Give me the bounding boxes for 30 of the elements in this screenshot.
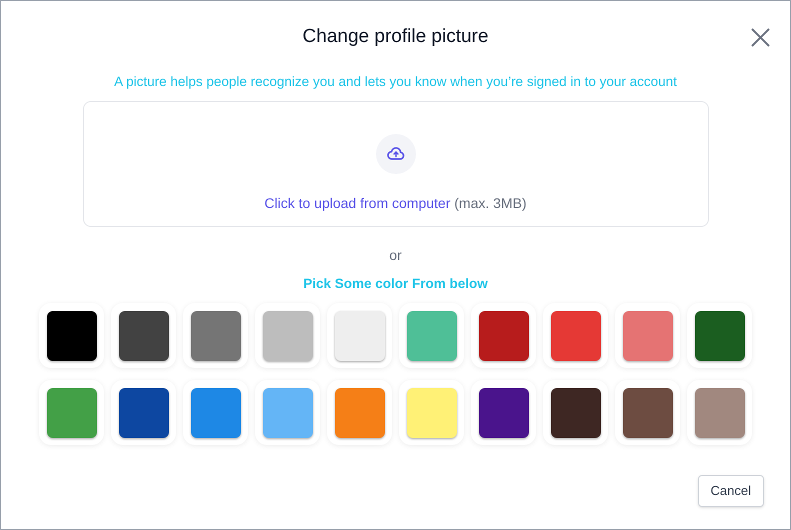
color-swatch[interactable] xyxy=(694,310,744,360)
color-swatch[interactable] xyxy=(262,388,312,438)
color-swatch[interactable] xyxy=(46,388,96,438)
upload-link[interactable]: Click to upload from computer xyxy=(264,195,450,211)
color-swatch[interactable] xyxy=(118,310,168,360)
color-swatch[interactable] xyxy=(46,310,96,360)
color-swatch[interactable] xyxy=(190,310,240,360)
upload-area[interactable]: Click to upload from computer (max. 3MB) xyxy=(82,101,708,227)
color-swatch[interactable] xyxy=(334,388,384,438)
cancel-button[interactable]: Cancel xyxy=(698,475,764,507)
color-swatch[interactable] xyxy=(550,388,600,438)
palette-title: Pick Some color From below xyxy=(303,275,488,293)
upload-icon xyxy=(376,134,416,174)
color-swatch[interactable] xyxy=(478,310,528,360)
color-swatch[interactable] xyxy=(118,388,168,438)
size-hint: (max. 3MB) xyxy=(454,195,527,211)
color-swatch[interactable] xyxy=(334,310,384,360)
close-icon[interactable] xyxy=(751,28,770,47)
color-swatch[interactable] xyxy=(262,310,312,360)
color-swatch[interactable] xyxy=(694,388,744,438)
color-swatch[interactable] xyxy=(406,388,456,438)
separator-text: or xyxy=(389,246,402,264)
color-swatch[interactable] xyxy=(622,388,672,438)
color-swatch[interactable] xyxy=(478,388,528,438)
color-swatch[interactable] xyxy=(190,388,240,438)
color-swatch[interactable] xyxy=(550,310,600,360)
color-swatch[interactable] xyxy=(406,310,456,360)
subtitle: A picture helps people recognize you and lets you know when you’re signed in to your account xyxy=(114,73,677,91)
color-swatch[interactable] xyxy=(622,310,672,360)
dialog-title: Change profile picture xyxy=(302,25,488,49)
